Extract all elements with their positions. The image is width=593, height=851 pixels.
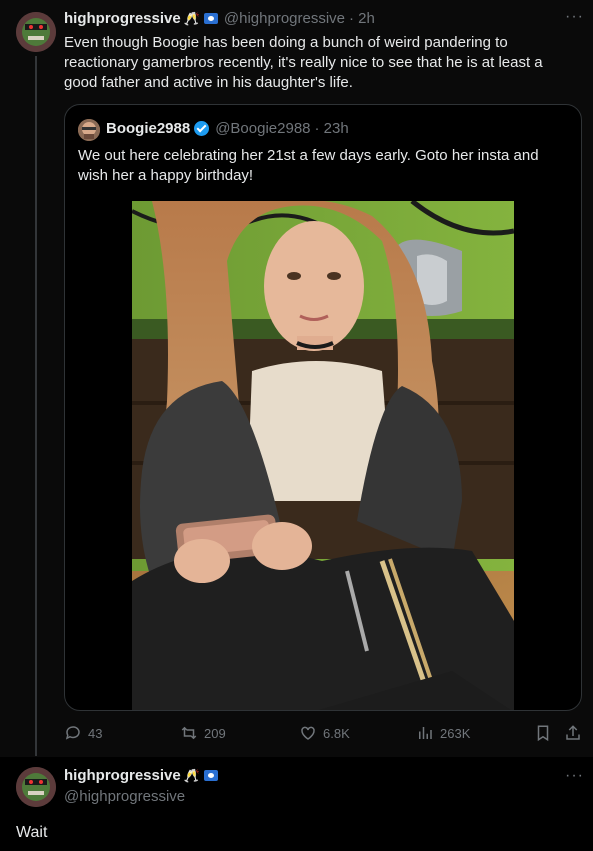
reply-author-avatar[interactable] [16,767,56,807]
quoted-tweet-photo[interactable] [132,201,514,710]
quoted-tweet-header: Boogie2988 @Boogie2988 · 23h [106,120,349,137]
reply-author-name[interactable]: highprogressive [64,767,181,784]
quoted-author-avatar[interactable] [78,119,100,141]
author-name[interactable]: highprogressive [64,10,181,27]
repost-icon [181,726,197,740]
thread-connector-line [35,56,37,756]
reply-count: 43 [88,725,103,741]
repost-button[interactable]: 209 [180,724,226,742]
tweet-text: Even though Boogie has been doing a bunc… [64,34,543,91]
tweet-header: highprogressive 🥂 @highprogressive · 2h [64,10,375,27]
bookmark-icon [537,725,549,742]
verified-badge-icon [194,121,210,136]
like-button[interactable]: 6.8K [299,724,350,742]
more-options-icon[interactable]: ··· [565,767,584,785]
quoted-tweet-timestamp[interactable]: · 23h [315,120,349,137]
tweet-action-bar: 43 209 6.8K 263K [64,724,584,746]
heart-icon [301,726,315,740]
like-count: 6.8K [323,725,350,741]
bookmark-button[interactable] [534,724,558,742]
reply-tweet-text: Wait [16,824,48,841]
reply-button[interactable]: 43 [64,724,102,742]
quoted-tweet-text: We out here celebrating her 21st a few d… [78,147,539,184]
more-options-icon[interactable]: ··· [565,8,584,26]
reply-tweet[interactable]: highprogressive 🥂 @highprogressive ··· W… [0,757,593,851]
reply-author-handle[interactable]: @highprogressive [64,788,185,805]
share-icon [566,725,580,740]
flag-badge-icon [203,13,218,24]
author-avatar[interactable] [16,12,56,52]
view-count: 263K [440,725,471,741]
champagne-emoji-icon: 🥂 [183,767,200,783]
share-button[interactable] [564,724,588,742]
views-button[interactable]: 263K [416,724,470,742]
reply-icon [65,726,80,740]
analytics-icon [419,727,432,739]
flag-badge-icon [203,770,218,781]
tweet-timestamp[interactable]: · 2h [349,10,375,27]
quoted-author-name[interactable]: Boogie2988 [106,120,190,137]
main-tweet[interactable]: highprogressive 🥂 @highprogressive · 2h … [0,0,593,757]
reply-handle-row: @highprogressive [64,788,185,805]
quoted-author-handle[interactable]: @Boogie2988 [215,120,310,137]
reply-author-name-row: highprogressive 🥂 [64,767,218,784]
author-handle[interactable]: @highprogressive [224,10,345,27]
champagne-emoji-icon: 🥂 [183,10,200,26]
quoted-tweet[interactable]: Boogie2988 @Boogie2988 · 23h We out here… [64,104,582,711]
repost-count: 209 [204,725,226,741]
